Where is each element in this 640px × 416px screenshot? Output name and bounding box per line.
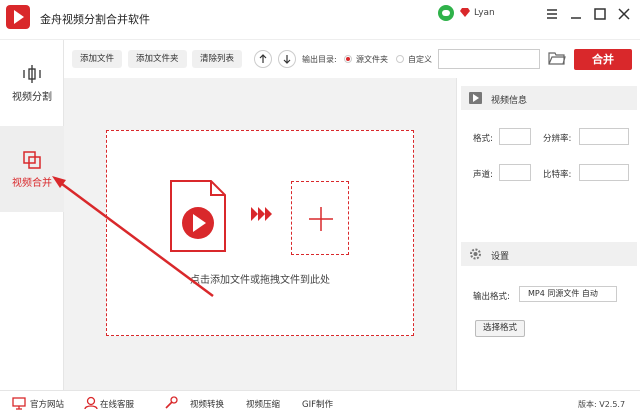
drop-hint: 点击添加文件或拖拽文件到此处 — [190, 275, 330, 286]
merge-button[interactable]: 合并 — [574, 49, 632, 70]
format-label: 格式: — [473, 134, 493, 144]
radio-source-folder[interactable] — [344, 55, 352, 63]
video-info-title: 视频信息 — [491, 96, 528, 106]
support-icon — [84, 396, 98, 410]
close-icon[interactable] — [616, 6, 632, 22]
add-folder-button[interactable]: 添加文件夹 — [128, 50, 187, 68]
toolbar: 添加文件 添加文件夹 清除列表 输出目录: 源文件夹 自定义 合并 — [64, 40, 640, 78]
format-field — [499, 128, 531, 145]
bottom-bar: 官方网站 在线客服 视频转换 视频压缩 GIF制作 版本: V2.5.7 — [0, 390, 640, 416]
vip-gem-icon — [460, 8, 470, 17]
move-down-button[interactable] — [278, 50, 296, 68]
radio-custom-label: 自定义 — [408, 55, 432, 64]
gear-icon — [470, 248, 481, 260]
sidebar-item-split[interactable]: 视频分割 — [0, 40, 64, 126]
add-file-button[interactable]: 添加文件 — [72, 50, 123, 68]
output-format-value[interactable]: MP4 同源文件 自动 — [519, 286, 617, 302]
channel-field — [499, 164, 531, 181]
drop-zone[interactable]: 点击添加文件或拖拽文件到此处 — [106, 130, 414, 336]
version-label: 版本: V2.5.7 — [578, 400, 626, 409]
choose-format-button[interactable]: 选择格式 — [475, 320, 525, 337]
menu-icon[interactable] — [544, 6, 560, 22]
triple-arrow-icon — [251, 207, 272, 221]
user-name[interactable]: Lyan — [474, 8, 495, 18]
output-format-label: 输出格式: — [473, 292, 510, 302]
sidebar-item-label: 视频合并 — [12, 178, 52, 189]
support-link[interactable]: 在线客服 — [100, 398, 134, 410]
video-info-header: 视频信息 — [461, 86, 637, 110]
channel-label: 声道: — [473, 170, 493, 180]
sidebar: 视频分割 视频合并 — [0, 40, 64, 390]
right-panel: 视频信息 格式: 分辨率: 声道: 比特率: 设置 输出格式: MP4 同源文件… — [456, 78, 640, 390]
app-logo — [6, 5, 30, 29]
sidebar-item-label: 视频分割 — [12, 92, 52, 103]
plus-icon — [309, 207, 333, 231]
website-link[interactable]: 官方网站 — [30, 398, 64, 410]
monitor-icon — [12, 397, 26, 410]
resolution-label: 分辨率: — [543, 134, 572, 144]
settings-title: 设置 — [491, 252, 510, 262]
merge-icon — [23, 151, 41, 169]
settings-header: 设置 — [461, 242, 637, 266]
wechat-avatar-icon[interactable] — [438, 5, 454, 21]
minimize-icon[interactable] — [568, 6, 584, 22]
radio-custom[interactable] — [396, 55, 404, 63]
app-title: 金舟视频分割合并软件 — [40, 13, 150, 26]
title-bar: 金舟视频分割合并软件 Lyan — [0, 0, 640, 40]
output-dir-label: 输出目录: — [302, 55, 337, 64]
maximize-icon[interactable] — [592, 6, 608, 22]
folder-icon[interactable] — [548, 51, 566, 65]
video-file-icon — [170, 180, 226, 252]
sidebar-item-merge[interactable]: 视频合并 — [0, 126, 64, 212]
bitrate-field — [579, 164, 629, 181]
gif-link[interactable]: GIF制作 — [302, 398, 333, 410]
resolution-field — [579, 128, 629, 145]
bitrate-label: 比特率: — [543, 170, 572, 180]
main-area: 点击添加文件或拖拽文件到此处 — [64, 78, 456, 390]
compress-link[interactable]: 视频压缩 — [246, 398, 280, 410]
add-file-box[interactable] — [291, 181, 349, 255]
split-icon — [23, 65, 41, 83]
move-up-button[interactable] — [254, 50, 272, 68]
arrow-down-icon — [283, 55, 291, 64]
tools-icon — [165, 396, 178, 409]
output-path-input[interactable] — [438, 49, 540, 69]
arrow-up-icon — [259, 54, 267, 63]
convert-link[interactable]: 视频转换 — [190, 398, 224, 410]
clear-list-button[interactable]: 清除列表 — [192, 50, 243, 68]
play-icon — [469, 92, 482, 104]
radio-source-label: 源文件夹 — [356, 55, 388, 64]
